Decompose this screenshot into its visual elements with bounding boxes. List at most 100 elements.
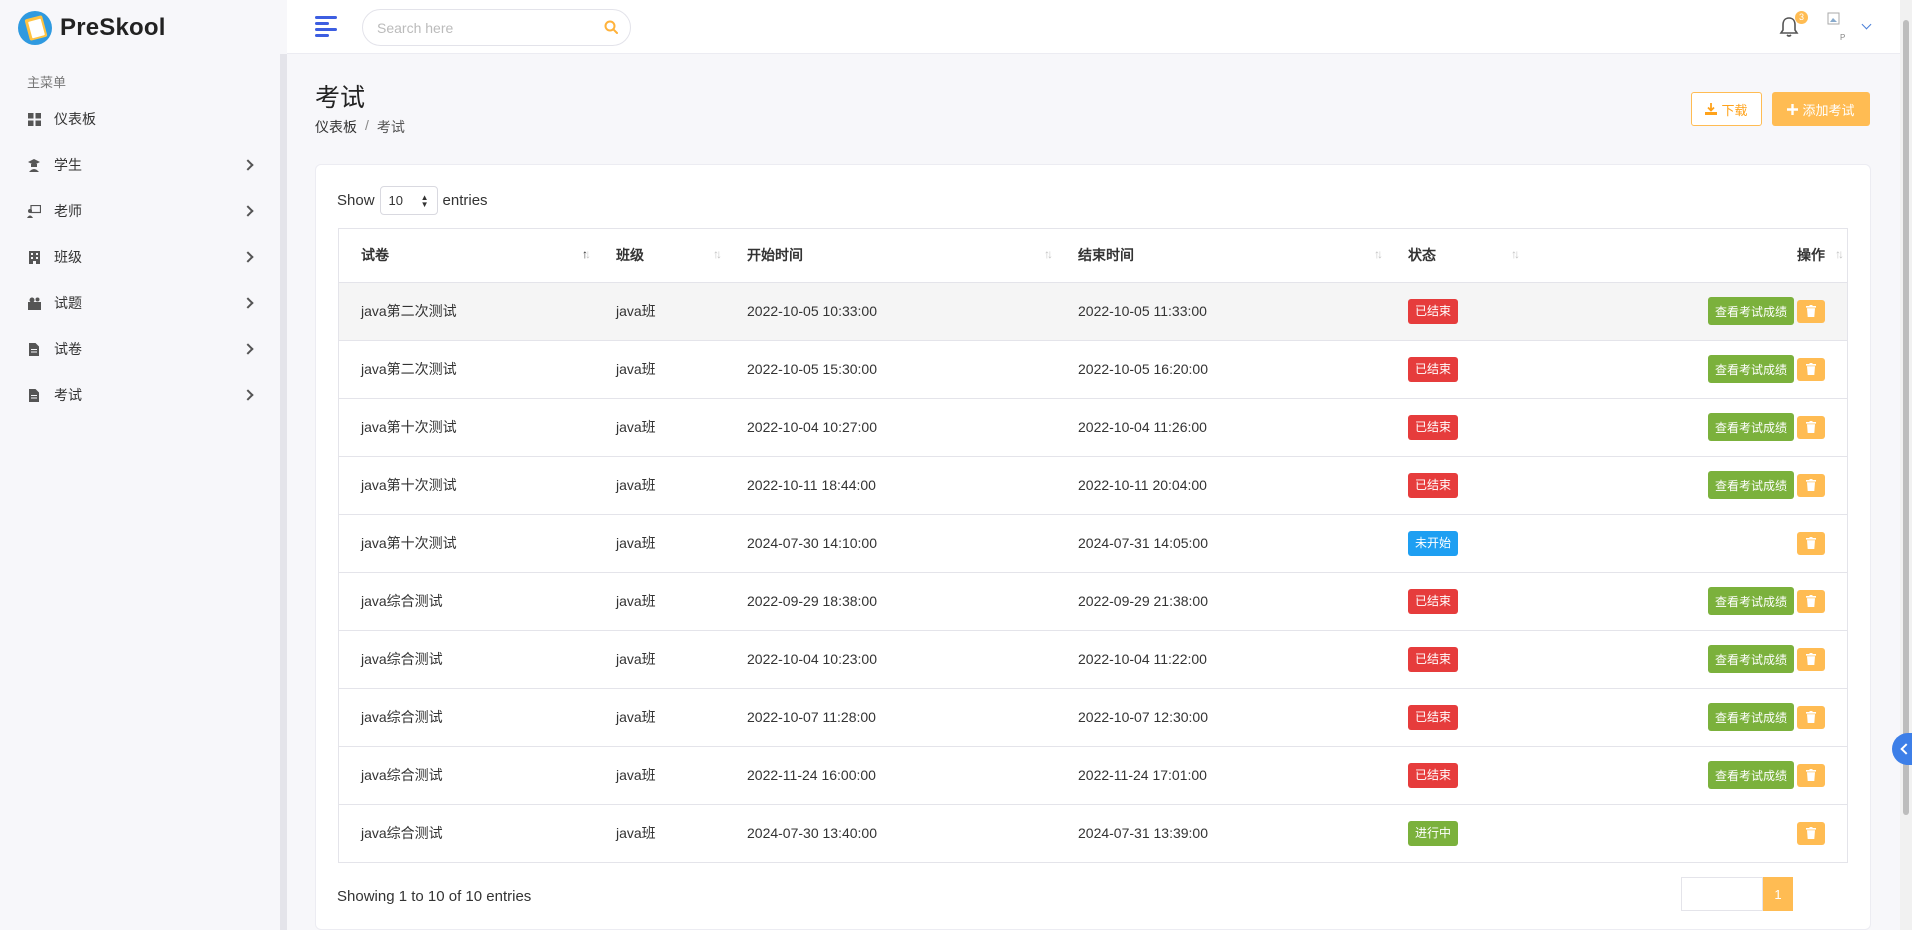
view-score-button[interactable]: 查看考试成绩 xyxy=(1707,761,1794,789)
column-start-time[interactable]: 开始时间 ↑↓ xyxy=(725,229,1056,283)
table-row: java综合测试 java班 2022-10-07 11:28:00 2022-10-… xyxy=(339,687,1847,746)
delete-button[interactable] xyxy=(1797,357,1825,381)
row-actions: 查看考试成绩 xyxy=(1545,471,1847,499)
status-badge: 已结束 xyxy=(1408,646,1459,672)
delete-button[interactable] xyxy=(1797,415,1825,439)
row-actions: 查看考试成绩 xyxy=(1545,413,1847,441)
status-badge: 已结束 xyxy=(1408,414,1459,440)
view-score-button[interactable]: 查看考试成绩 xyxy=(1707,355,1794,383)
delete-button[interactable] xyxy=(1797,589,1825,613)
delete-button[interactable] xyxy=(1797,647,1825,671)
delete-button[interactable] xyxy=(1797,705,1825,729)
exam-table: 试卷 ↑↓ 班级 ↑↓ 开始时间 ↑↓ 结束时间 ↑↓ 状态 ↑↓ 操作 ↑↓ java第二… xyxy=(338,228,1848,863)
sidebar-item-students[interactable]: 学生 xyxy=(0,142,270,188)
column-label: 试卷 xyxy=(361,247,389,264)
column-actions[interactable]: 操作 ↑↓ xyxy=(1523,229,1847,283)
cell-status: 已结束 xyxy=(1386,687,1523,746)
sidebar-item-classes[interactable]: 班级 xyxy=(0,234,270,280)
chevron-right-icon xyxy=(242,343,254,355)
add-exam-button[interactable]: 添加考试 xyxy=(1772,92,1870,126)
delete-button[interactable] xyxy=(1797,473,1825,497)
sort-icon: ↑↓ xyxy=(1044,247,1053,261)
view-score-button[interactable]: 查看考试成绩 xyxy=(1707,587,1794,615)
sidebar-item-label: 试题 xyxy=(54,295,82,311)
trash-icon xyxy=(1806,653,1816,665)
column-status[interactable]: 状态 ↑↓ xyxy=(1386,229,1523,283)
file-icon xyxy=(27,342,41,356)
entries-value: 10 xyxy=(388,193,403,208)
cell-end-time: 2022-10-04 11:26:00 xyxy=(1056,397,1386,456)
page-scrollbar[interactable] xyxy=(1900,0,1912,930)
cell-start-time: 2022-10-04 10:27:00 xyxy=(725,397,1056,456)
column-paper[interactable]: 试卷 ↑↓ xyxy=(339,229,594,283)
column-label: 结束时间 xyxy=(1078,247,1134,264)
page-number-button[interactable]: 1 xyxy=(1763,877,1793,911)
status-badge: 进行中 xyxy=(1408,820,1459,846)
pagination: 1 xyxy=(1681,877,1793,911)
view-score-button[interactable]: 查看考试成绩 xyxy=(1707,703,1794,731)
sort-icon: ↑↓ xyxy=(1374,247,1383,261)
delete-button[interactable] xyxy=(1797,821,1825,845)
table-row: java综合测试 java班 2024-07-30 13:40:00 2024-07-… xyxy=(339,803,1847,862)
scrollbar-thumb[interactable] xyxy=(1903,20,1909,815)
search-box xyxy=(362,9,631,46)
logo[interactable]: PreSkool xyxy=(18,10,166,46)
view-score-button[interactable]: 查看考试成绩 xyxy=(1707,413,1794,441)
sidebar-item-questions[interactable]: 试题 xyxy=(0,280,270,326)
row-actions: 查看考试成绩 xyxy=(1545,703,1847,731)
trash-icon xyxy=(1806,421,1816,433)
cell-actions xyxy=(1523,513,1847,572)
status-badge: 已结束 xyxy=(1408,298,1459,324)
logo-icon xyxy=(18,11,52,45)
sidebar-item-dashboard[interactable]: 仪表板 xyxy=(0,96,270,142)
download-icon xyxy=(1705,103,1718,115)
view-score-button[interactable]: 查看考试成绩 xyxy=(1707,471,1794,499)
table-row: java第十次测试 java班 2022-10-04 10:27:00 2022-10… xyxy=(339,397,1847,456)
side-panel-toggle[interactable] xyxy=(1892,733,1912,765)
cell-start-time: 2022-10-05 15:30:00 xyxy=(725,339,1056,398)
delete-button[interactable] xyxy=(1797,763,1825,787)
cell-actions: 查看考试成绩 xyxy=(1523,571,1847,630)
cell-actions: 查看考试成绩 xyxy=(1523,397,1847,456)
view-score-button[interactable]: 查看考试成绩 xyxy=(1707,297,1794,325)
cell-end-time: 2022-11-24 17:01:00 xyxy=(1056,745,1386,804)
column-class[interactable]: 班级 ↑↓ xyxy=(594,229,725,283)
menu-toggle-icon[interactable] xyxy=(315,16,337,37)
breadcrumb-dashboard[interactable]: 仪表板 xyxy=(315,117,357,137)
sidebar-item-papers[interactable]: 试卷 xyxy=(0,326,270,372)
cell-paper: java第十次测试 xyxy=(339,513,594,572)
delete-button[interactable] xyxy=(1797,299,1825,323)
table-body: java第二次测试 java班 2022-10-05 10:33:00 2022-10… xyxy=(339,282,1847,862)
chevron-down-icon[interactable] xyxy=(1861,19,1872,30)
plus-icon xyxy=(1787,103,1799,115)
teacher-icon xyxy=(27,204,41,218)
cell-class: java班 xyxy=(594,282,725,340)
brand-name: PreSkool xyxy=(60,14,166,41)
delete-button[interactable] xyxy=(1797,531,1825,555)
cell-end-time: 2022-10-05 11:33:00 xyxy=(1056,282,1386,340)
view-score-button[interactable]: 查看考试成绩 xyxy=(1707,645,1794,673)
column-end-time[interactable]: 结束时间 ↑↓ xyxy=(1056,229,1386,283)
entries-select[interactable]: 10 ▲ ▼ xyxy=(379,186,438,215)
top-header: 3 P xyxy=(287,0,1900,54)
chevron-right-icon xyxy=(242,159,254,171)
sidebar-item-exams[interactable]: 考试 xyxy=(0,372,270,418)
previous-page-button[interactable] xyxy=(1681,877,1763,911)
cell-actions: 查看考试成绩 xyxy=(1523,455,1847,514)
search-input[interactable] xyxy=(363,19,583,36)
sidebar-item-teachers[interactable]: 老师 xyxy=(0,188,270,234)
download-button[interactable]: 下载 xyxy=(1691,92,1762,126)
select-arrows-icon: ▲ ▼ xyxy=(420,192,429,209)
sidebar-scrollbar[interactable] xyxy=(280,54,287,930)
sidebar: PreSkool 主菜单 仪表板 学生 老师 班级 试题 试卷 考试 xyxy=(0,0,287,930)
trash-icon xyxy=(1806,827,1816,840)
table-row: java综合测试 java班 2022-09-29 18:38:00 2022-09-… xyxy=(339,571,1847,630)
cell-start-time: 2024-07-30 14:10:00 xyxy=(725,513,1056,572)
cell-class: java班 xyxy=(594,629,725,688)
avatar[interactable]: P xyxy=(1827,12,1855,42)
status-badge: 已结束 xyxy=(1408,472,1459,498)
cell-end-time: 2024-07-31 13:39:00 xyxy=(1056,803,1386,862)
search-icon[interactable] xyxy=(604,20,618,34)
cell-start-time: 2022-10-04 10:23:00 xyxy=(725,629,1056,688)
row-actions: 查看考试成绩 xyxy=(1545,297,1847,325)
